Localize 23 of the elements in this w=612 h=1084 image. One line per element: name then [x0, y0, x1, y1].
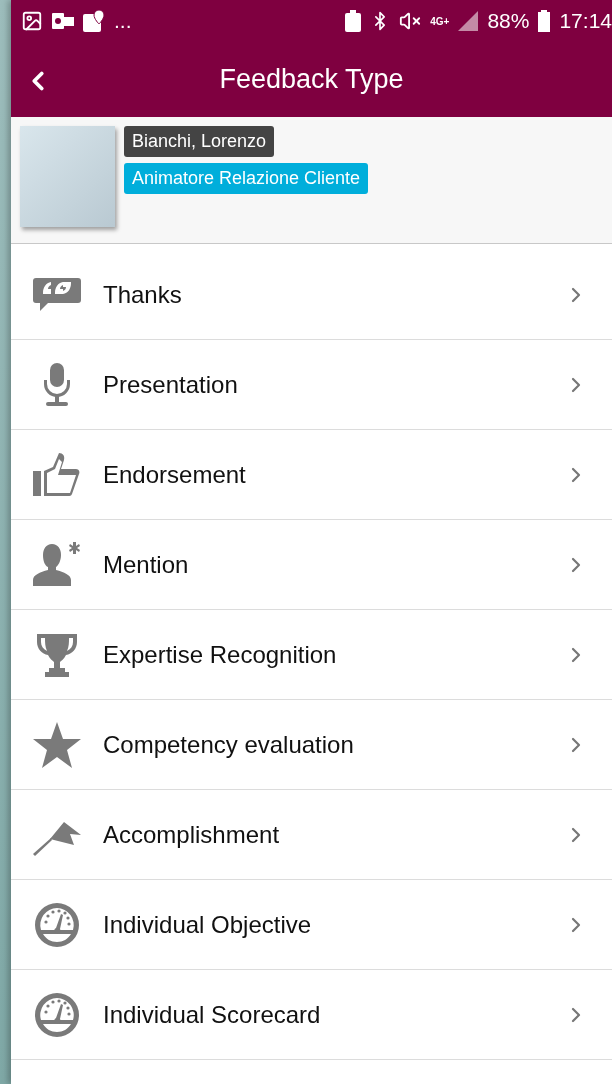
feedback-type-item[interactable]: Thanks: [11, 250, 612, 340]
mute-icon: [399, 10, 422, 32]
feedback-type-item[interactable]: Presentation: [11, 340, 612, 430]
feedback-type-item[interactable]: Competency evaluation: [11, 700, 612, 790]
image-icon: [21, 10, 43, 32]
page-title: Feedback Type: [219, 64, 404, 95]
more-notifications-text: ...: [114, 9, 132, 33]
clock-text: 17:14: [559, 9, 612, 33]
role-tag: Animatore Relazione Cliente: [124, 163, 369, 194]
feedback-type-item[interactable]: Individual Scorecard: [11, 970, 612, 1060]
mail-app-icon: [52, 11, 74, 31]
feedback-type-item[interactable]: Accomplishment: [11, 790, 612, 880]
battery-icon: [538, 10, 551, 32]
battery-saver-icon: [345, 10, 362, 32]
map-pin-app-icon: [83, 10, 105, 32]
battery-percent-text: 88%: [487, 9, 530, 33]
employee-name: Bianchi, Lorenzo: [124, 126, 275, 157]
feedback-type-item[interactable]: Endorsement: [11, 430, 612, 520]
feedback-type-item[interactable]: Expertise Recognition: [11, 610, 612, 700]
feedback-type-item[interactable]: Individual Objective: [11, 880, 612, 970]
network-type-text: 4G+: [430, 15, 450, 27]
signal-icon: [458, 11, 479, 31]
feedback-type-item[interactable]: Mention: [11, 520, 612, 610]
